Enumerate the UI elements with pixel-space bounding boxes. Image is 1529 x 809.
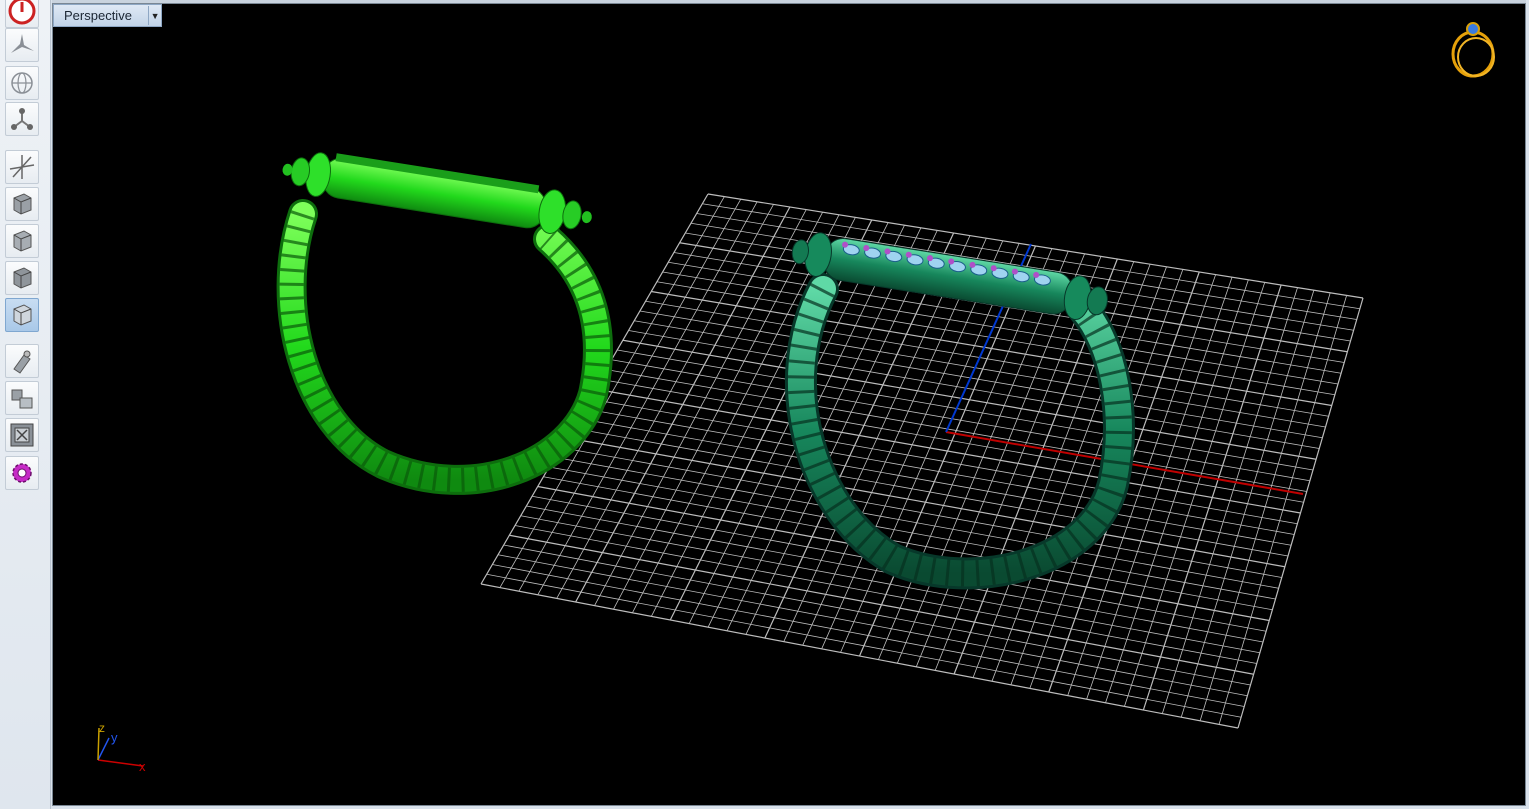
tool-pair-button[interactable] xyxy=(5,381,39,415)
ring-model-bright[interactable] xyxy=(276,145,613,495)
gumball-tool-button[interactable] xyxy=(5,150,39,184)
cube-view-2-icon xyxy=(13,230,32,252)
grid-line xyxy=(1218,295,1348,725)
cube-view-3-icon xyxy=(13,267,32,289)
nodes-icon xyxy=(11,108,33,130)
gumball-icon xyxy=(9,155,35,179)
nodes-tool-button[interactable] xyxy=(5,102,39,136)
left-toolbar xyxy=(0,0,51,809)
grid-line xyxy=(1199,292,1331,721)
ring-model-dark[interactable] xyxy=(784,229,1135,590)
perspective-viewport[interactable]: x y z Perspective ▼ xyxy=(52,3,1526,806)
settings-button[interactable] xyxy=(5,456,39,490)
power-button[interactable] xyxy=(5,0,39,28)
cube-view-4-icon xyxy=(13,304,32,326)
viewport-title[interactable]: Perspective xyxy=(54,8,148,23)
scene-canvas[interactable]: x y z xyxy=(53,4,1526,806)
brush-icon xyxy=(13,350,31,374)
cube-view-button-4[interactable] xyxy=(5,298,39,332)
cube-view-1-icon xyxy=(13,193,32,215)
tool-pair-icon xyxy=(11,389,33,409)
brush-tool-button[interactable] xyxy=(5,344,39,378)
power-icon xyxy=(8,0,36,25)
rotate-tool-button[interactable] xyxy=(5,66,39,100)
viewport-title-tab[interactable]: Perspective ▼ xyxy=(53,4,162,27)
cube-view-button-3[interactable] xyxy=(5,261,39,295)
cube-view-button-1[interactable] xyxy=(5,187,39,221)
grid-line xyxy=(497,554,1248,697)
grid-line xyxy=(1142,284,1282,711)
chevron-down-icon[interactable]: ▼ xyxy=(148,6,161,25)
zoom-extents-icon xyxy=(10,423,34,447)
grid-line xyxy=(1180,290,1315,718)
axes-widget: x y z xyxy=(97,721,146,774)
globe-rotate-icon xyxy=(11,72,33,94)
grid-line xyxy=(492,564,1245,707)
grid-line xyxy=(1237,297,1364,729)
zoom-extents-button[interactable] xyxy=(5,418,39,452)
pan-tool-button[interactable] xyxy=(5,28,39,62)
settings-gear-icon xyxy=(12,463,32,483)
grid-line xyxy=(1161,287,1298,714)
axis-y-label: y xyxy=(111,730,118,745)
pan-star-icon xyxy=(11,34,34,53)
grid-line xyxy=(486,573,1242,718)
axis-x-label: x xyxy=(139,759,146,774)
app-logo-ring-icon xyxy=(1451,22,1495,78)
axis-z-label: z xyxy=(99,721,105,735)
cube-view-button-2[interactable] xyxy=(5,224,39,258)
